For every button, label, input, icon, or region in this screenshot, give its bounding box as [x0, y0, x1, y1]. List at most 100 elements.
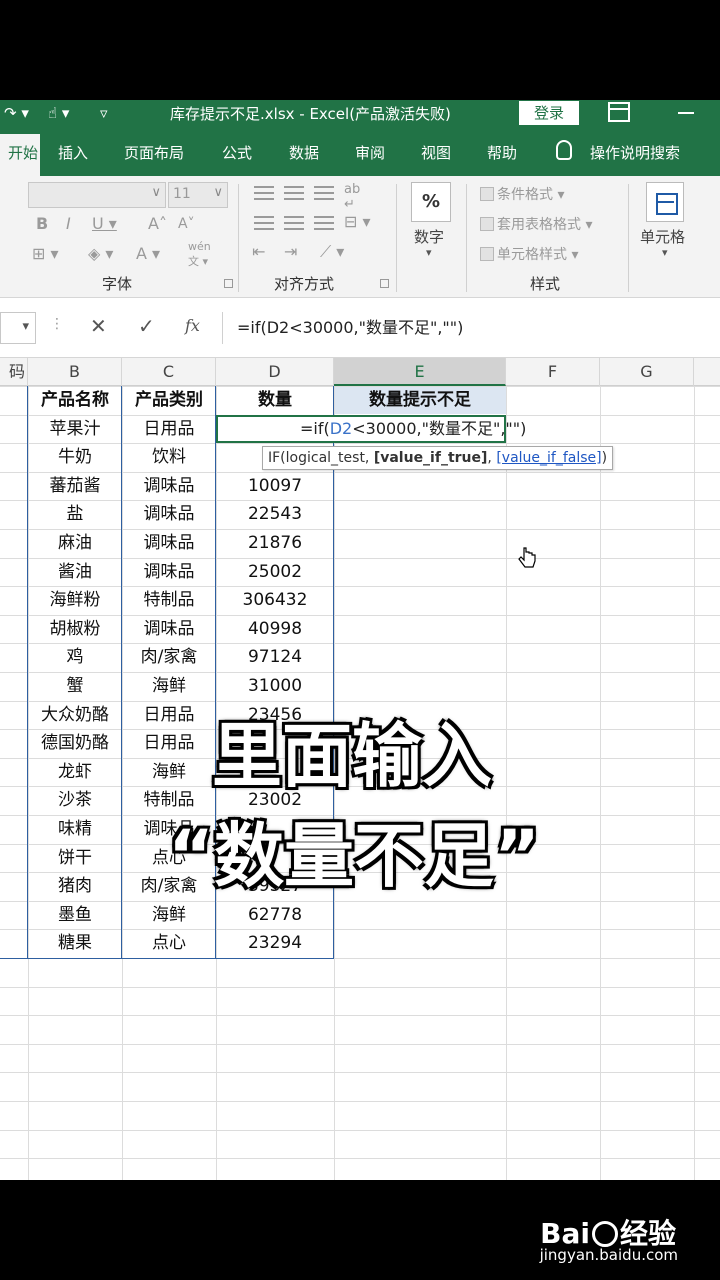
- cell-quantity[interactable]: 23294: [216, 929, 334, 958]
- tab-view[interactable]: 视图: [421, 142, 451, 163]
- tab-data[interactable]: 数据: [289, 142, 319, 163]
- tell-me-search[interactable]: 操作说明搜索: [590, 142, 680, 163]
- cell-quantity[interactable]: 306432: [216, 586, 334, 615]
- increase-indent-icon[interactable]: ⇥: [284, 242, 297, 261]
- alignment-dialog-launcher-icon[interactable]: [380, 279, 389, 288]
- cell-category[interactable]: 肉/家禽: [122, 643, 216, 672]
- align-middle-icon[interactable]: [284, 186, 304, 200]
- cancel-icon[interactable]: ✕: [90, 314, 107, 338]
- cell-quantity[interactable]: 21876: [216, 529, 334, 558]
- tab-help[interactable]: 帮助: [487, 142, 517, 163]
- tab-insert[interactable]: 插入: [58, 142, 88, 163]
- cell-category[interactable]: 点心: [122, 929, 216, 958]
- font-size-select[interactable]: 11 ∨: [168, 182, 228, 208]
- insert-function-icon[interactable]: fx: [185, 316, 200, 335]
- format-as-table-button[interactable]: 套用表格格式 ▾: [480, 214, 592, 234]
- cell-category[interactable]: 调味品: [122, 529, 216, 558]
- cell-category[interactable]: 调味品: [122, 472, 216, 501]
- font-color-icon[interactable]: A ▾: [136, 244, 160, 263]
- decrease-font-icon[interactable]: A˅: [178, 216, 195, 232]
- borders-icon[interactable]: ⊞ ▾: [32, 244, 59, 263]
- cell-quantity[interactable]: 10097: [216, 472, 334, 501]
- enter-icon[interactable]: ✓: [138, 314, 155, 338]
- lightbulb-icon[interactable]: [556, 140, 572, 160]
- percent-icon[interactable]: %: [411, 182, 451, 222]
- formula-input[interactable]: =if(D2<30000,"数量不足",""): [222, 312, 720, 344]
- tab-review[interactable]: 审阅: [355, 142, 385, 163]
- number-dropdown-icon[interactable]: ▾: [426, 246, 432, 259]
- align-right-icon[interactable]: [314, 216, 334, 230]
- tab-home[interactable]: 开始: [0, 134, 40, 176]
- cells-button[interactable]: 单元格: [640, 226, 685, 247]
- customize-quick-access-icon[interactable]: ▿: [100, 104, 108, 122]
- cell-product-name[interactable]: 苹果汁: [28, 415, 122, 444]
- tab-page-layout[interactable]: 页面布局: [124, 142, 184, 163]
- cell-product-name[interactable]: 墨鱼: [28, 901, 122, 930]
- touch-mode-icon[interactable]: ☝ ▾: [48, 104, 69, 122]
- cell-styles-button[interactable]: 单元格样式 ▾: [480, 244, 578, 264]
- value-if-false-link[interactable]: [value_if_false]: [496, 450, 601, 466]
- number-format-button[interactable]: 数字: [414, 226, 444, 247]
- cell-category[interactable]: 海鲜: [122, 672, 216, 701]
- redo-icon[interactable]: ↷ ▾: [4, 104, 29, 122]
- fill-color-icon[interactable]: ◈ ▾: [88, 244, 113, 263]
- cell-product-name[interactable]: 糖果: [28, 929, 122, 958]
- cell-product-name[interactable]: 蟹: [28, 672, 122, 701]
- header-cell-category[interactable]: 产品类别: [122, 386, 216, 415]
- column-header-c[interactable]: C: [122, 358, 216, 386]
- cell-product-name[interactable]: 酱油: [28, 558, 122, 587]
- italic-icon[interactable]: I: [66, 214, 71, 233]
- login-button[interactable]: 登录: [519, 101, 579, 125]
- decrease-indent-icon[interactable]: ⇤: [252, 242, 265, 261]
- cell-product-name[interactable]: 海鲜粉: [28, 586, 122, 615]
- cell-category[interactable]: 海鲜: [122, 901, 216, 930]
- cell-product-name[interactable]: 蕃茄酱: [28, 472, 122, 501]
- cell-quantity[interactable]: 31000: [216, 672, 334, 701]
- cell-category[interactable]: 日用品: [122, 415, 216, 444]
- cell-quantity[interactable]: 97124: [216, 643, 334, 672]
- cell-category[interactable]: 饮料: [122, 443, 216, 472]
- header-cell-quantity[interactable]: 数量: [216, 386, 334, 415]
- wrap-text-icon[interactable]: ab ↵: [344, 182, 360, 212]
- orientation-icon[interactable]: ⟋ ▾: [320, 242, 344, 262]
- cell-quantity[interactable]: 22543: [216, 500, 334, 529]
- name-box-dropdown-icon[interactable]: ▾: [22, 319, 29, 334]
- align-left-icon[interactable]: [254, 216, 274, 230]
- font-name-select[interactable]: ∨: [28, 182, 166, 208]
- column-header-a[interactable]: 码: [0, 358, 28, 386]
- conditional-formatting-button[interactable]: 条件格式 ▾: [480, 184, 564, 204]
- header-cell-hint[interactable]: 数量提示不足: [334, 386, 506, 415]
- cell-product-name[interactable]: 麻油: [28, 529, 122, 558]
- cell-product-name[interactable]: 胡椒粉: [28, 615, 122, 644]
- tab-formulas[interactable]: 公式: [222, 142, 252, 163]
- column-header-f[interactable]: F: [506, 358, 600, 386]
- cell-category[interactable]: 调味品: [122, 558, 216, 587]
- cell-product-name[interactable]: 盐: [28, 500, 122, 529]
- align-top-icon[interactable]: [254, 186, 274, 200]
- merge-center-icon[interactable]: ⊟ ▾: [344, 212, 371, 231]
- column-header-d[interactable]: D: [216, 358, 334, 386]
- cell-product-name[interactable]: 鸡: [28, 643, 122, 672]
- underline-icon[interactable]: U ▾: [92, 214, 117, 233]
- header-cell-product-name[interactable]: 产品名称: [28, 386, 122, 415]
- column-header-e[interactable]: E: [334, 358, 506, 386]
- cell-quantity[interactable]: 40998: [216, 615, 334, 644]
- increase-font-icon[interactable]: A˄: [148, 214, 167, 233]
- cell-quantity[interactable]: 25002: [216, 558, 334, 587]
- bold-icon[interactable]: B: [36, 214, 48, 233]
- cell-category[interactable]: 特制品: [122, 586, 216, 615]
- phonetic-guide-icon[interactable]: wén 文 ▾: [188, 240, 211, 269]
- ribbon-display-options-icon[interactable]: [608, 102, 630, 122]
- cell-category[interactable]: 调味品: [122, 500, 216, 529]
- cells-dropdown-icon[interactable]: ▾: [662, 246, 668, 259]
- align-center-icon[interactable]: [284, 216, 304, 230]
- align-bottom-icon[interactable]: [314, 186, 334, 200]
- cell-category[interactable]: 调味品: [122, 615, 216, 644]
- minimize-icon[interactable]: [678, 112, 694, 114]
- cell-product-name[interactable]: 牛奶: [28, 443, 122, 472]
- name-box[interactable]: ▾: [0, 312, 36, 344]
- cell-quantity[interactable]: 62778: [216, 901, 334, 930]
- cells-icon[interactable]: [646, 182, 684, 222]
- font-dialog-launcher-icon[interactable]: [224, 279, 233, 288]
- column-header-g[interactable]: G: [600, 358, 694, 386]
